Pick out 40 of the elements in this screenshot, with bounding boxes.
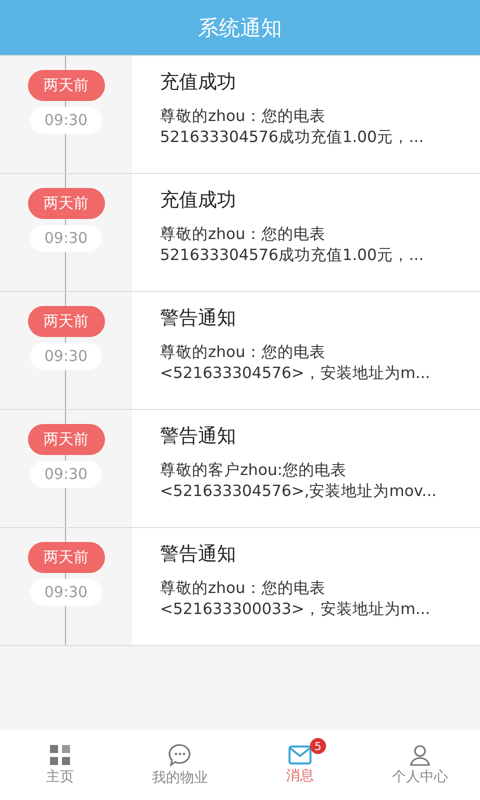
message-text: <521633304576>，安装地址为m... (160, 363, 432, 384)
nav-tab[interactable]: 消息 5 (240, 730, 360, 800)
message-title: 警告通知 (160, 306, 237, 330)
time-tag: 09:30 (30, 461, 102, 488)
message-text: <521633304576>,安装地址为mov... (160, 481, 438, 502)
message-text: <521633300033>，安装地址为m... (160, 599, 432, 620)
message-text: 尊敬的zhou：您的电表 (160, 106, 326, 127)
message-item[interactable]: 两天前 09:30 警告通知 尊敬的zhou：您的电表 <521633304576>，安装地址为m... (0, 292, 480, 410)
time-tag: 09:30 (30, 579, 102, 606)
date-tag: 两天前 (28, 306, 104, 337)
message-item[interactable]: 两天前 09:30 充值成功 尊敬的zhou：您的电表 521633304576成功充值1.00元，... (0, 174, 480, 292)
message-text: 521633304576成功充值1.00元，... (160, 127, 425, 148)
message-title: 充值成功 (160, 70, 237, 94)
message-text: 尊敬的zhou：您的电表 (160, 342, 326, 363)
message-item[interactable]: 两天前 09:30 警告通知 尊敬的客户zhou:您的电表 <521633304576>,安装地址为mov... (0, 410, 480, 528)
grid-icon (49, 744, 71, 766)
chat-bubble-icon (168, 743, 192, 767)
envelope-icon (288, 745, 312, 765)
time-tag: 09:30 (30, 107, 102, 134)
message-item[interactable]: 两天前 09:30 充值成功 尊敬的zhou：您的电表 521633304576成功充值1.00元，... (0, 56, 480, 174)
date-tag: 两天前 (28, 424, 104, 455)
date-tag: 两天前 (28, 542, 104, 573)
count-badge: 5 (310, 738, 326, 754)
nav-tab[interactable]: 我的物业 (120, 730, 240, 800)
time-tag: 09:30 (30, 343, 102, 370)
message-title: 警告通知 (160, 542, 237, 566)
time-tag: 09:30 (30, 225, 102, 252)
page-title: 系统通知 (198, 14, 282, 42)
message-text: 尊敬的zhou：您的电表 (160, 578, 326, 599)
message-text: 尊敬的客户zhou:您的电表 (160, 460, 348, 481)
message-text: 521633304576成功充值1.00元，... (160, 245, 425, 266)
message-title: 警告通知 (160, 424, 237, 448)
message-text: 尊敬的zhou：您的电表 (160, 224, 326, 245)
nav-tab[interactable]: 主页 (0, 730, 120, 800)
date-tag: 两天前 (28, 70, 104, 101)
date-tag: 两天前 (28, 188, 104, 219)
person-icon (409, 744, 431, 766)
message-item[interactable]: 两天前 09:30 警告通知 尊敬的zhou：您的电表 <521633300033>，安装地址为m... (0, 528, 480, 646)
nav-tab[interactable]: 个人中心 (360, 730, 480, 800)
message-title: 充值成功 (160, 188, 237, 212)
